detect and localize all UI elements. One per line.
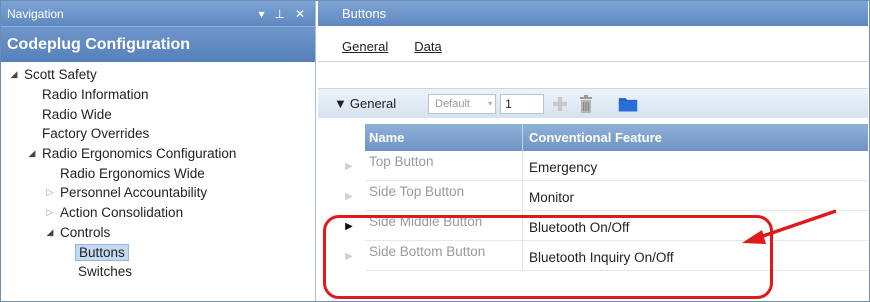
- button-name-cell: Side Top Button: [365, 181, 523, 210]
- navigation-title: Navigation: [7, 6, 64, 21]
- annotation-highlight-box: [323, 215, 773, 299]
- tree-item-label: Personnel Accountability: [60, 185, 208, 201]
- navigation-header: Navigation ▾ ⊥ ✕: [1, 1, 315, 26]
- chevron-down-icon: ▾: [488, 99, 493, 108]
- folder-icon[interactable]: [618, 93, 638, 115]
- tree-item[interactable]: Radio Wide: [1, 104, 315, 124]
- column-header-name[interactable]: Name: [365, 124, 523, 151]
- collapse-triangle-icon: ▼: [334, 96, 347, 111]
- count-input[interactable]: 1: [500, 93, 545, 114]
- tree-item[interactable]: ◢ Radio Ergonomics Configuration: [1, 144, 315, 164]
- tree-item[interactable]: ▷ Personnel Accountability: [1, 183, 315, 203]
- tree-item-label: Radio Wide: [42, 106, 112, 122]
- tree-item[interactable]: Factory Overrides: [1, 124, 315, 144]
- tree-item-label: Radio Ergonomics Wide: [60, 165, 205, 181]
- feature-cell[interactable]: Monitor: [523, 181, 868, 210]
- tree-item[interactable]: ◢ Scott Safety: [1, 65, 315, 85]
- grid-header: Name Conventional Feature: [365, 124, 868, 151]
- general-section-toggle[interactable]: ▼ General: [334, 96, 396, 111]
- section-title: General: [349, 96, 397, 111]
- row-indicator-icon: ▶: [345, 190, 353, 202]
- column-header-feature[interactable]: Conventional Feature: [523, 124, 868, 151]
- row-indicator-icon: ▶: [345, 160, 353, 172]
- tab-bar: General Data: [318, 26, 868, 62]
- tree-item-label: Buttons: [75, 243, 129, 261]
- collapsed-triangle-icon[interactable]: ▷: [43, 207, 57, 218]
- tab-general[interactable]: General: [342, 39, 388, 54]
- collapsed-triangle-icon[interactable]: ▷: [43, 187, 57, 198]
- tree-item-label: Radio Information: [42, 87, 149, 103]
- feature-cell[interactable]: Emergency: [523, 151, 868, 180]
- tree-item[interactable]: ◢ Controls: [1, 223, 315, 243]
- button-name-cell: Top Button: [365, 151, 523, 180]
- row-indicator-icon: ▶: [345, 250, 353, 262]
- preset-dropdown-value: Default: [435, 97, 470, 110]
- expanded-triangle-icon[interactable]: ◢: [43, 227, 57, 238]
- codeplug-banner: Codeplug Configuration: [1, 26, 315, 62]
- expanded-triangle-icon[interactable]: ◢: [25, 148, 39, 159]
- page-title: Buttons: [318, 1, 868, 26]
- tree-item-label: Controls: [60, 224, 111, 240]
- general-section-bar: ▼ General Default ▾ 1: [318, 88, 868, 118]
- expanded-triangle-icon[interactable]: ◢: [7, 69, 21, 80]
- add-icon[interactable]: [550, 93, 570, 115]
- trash-icon[interactable]: [576, 93, 596, 115]
- table-row[interactable]: Side Top Button Monitor: [365, 181, 868, 211]
- tree-item-label: Radio Ergonomics Configuration: [42, 146, 237, 162]
- dropdown-icon[interactable]: ▾: [258, 7, 264, 21]
- tree-item[interactable]: Radio Information: [1, 85, 315, 105]
- tree-item-label: Factory Overrides: [42, 126, 150, 142]
- preset-dropdown[interactable]: Default ▾: [428, 93, 497, 114]
- tree-item[interactable]: Switches: [1, 262, 315, 282]
- pin-icon[interactable]: ⊥: [274, 7, 284, 21]
- tree-item-label: Action Consolidation: [60, 205, 184, 221]
- tree-item[interactable]: Buttons: [1, 242, 315, 262]
- current-row-arrow-icon: ▶: [345, 220, 353, 232]
- table-row[interactable]: Top Button Emergency: [365, 151, 868, 181]
- close-icon[interactable]: ✕: [295, 7, 305, 21]
- tree-item-label: Switches: [78, 264, 133, 280]
- navigation-panel: Navigation ▾ ⊥ ✕ Codeplug Configuration …: [1, 1, 316, 301]
- tree-item[interactable]: ▷ Action Consolidation: [1, 203, 315, 223]
- tree-item-label: Scott Safety: [24, 67, 97, 83]
- tab-data[interactable]: Data: [414, 39, 441, 54]
- navigation-tree: ◢ Scott Safety Radio Information Radio Wide…: [1, 62, 315, 282]
- tree-item[interactable]: Radio Ergonomics Wide: [1, 163, 315, 183]
